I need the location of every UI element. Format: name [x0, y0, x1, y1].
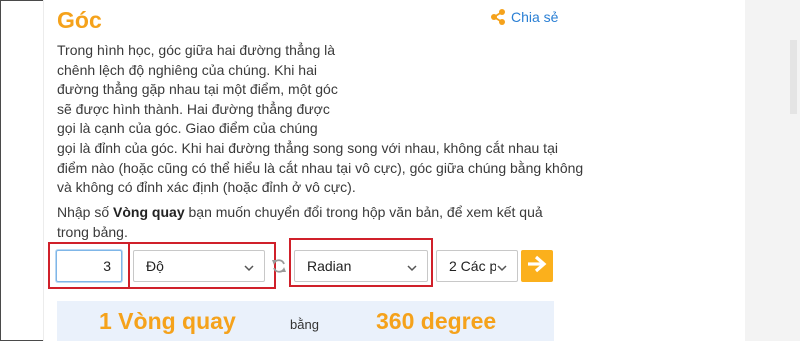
from-unit-value: Độ: [146, 258, 164, 274]
page-title: Góc: [57, 7, 102, 33]
result-target: 360 degree: [376, 308, 497, 334]
instruction-text: Nhập số Vòng quay bạn muốn chuyển đổi tr…: [57, 203, 567, 242]
result-panel: 1 Vòng quay bằng 360 degree: [57, 301, 554, 341]
arrow-right-icon: [526, 254, 548, 279]
result-equals-label: bằng: [290, 317, 319, 332]
convert-button[interactable]: [521, 250, 553, 282]
chevron-down-icon: [406, 261, 418, 277]
chevron-down-icon: [496, 261, 508, 277]
share-icon: [489, 8, 507, 26]
description-line: đường thẳng gặp nhau tại một điểm, một g…: [57, 81, 338, 98]
description-paragraph: Trong hình học, góc giữa hai đường thẳng…: [57, 41, 584, 198]
description-line: điểm nào (hoặc cũng có thể hiểu là cắt n…: [57, 159, 584, 176]
from-unit-select[interactable]: Độ: [133, 250, 265, 282]
value-input[interactable]: [56, 250, 122, 282]
description-line: và không có đỉnh xác định (hoặc đỉnh ở v…: [57, 179, 356, 196]
instruction-before: Nhập số: [57, 204, 114, 220]
share-link[interactable]: Chia sẻ: [489, 8, 558, 26]
to-unit-value: Radian: [307, 258, 352, 274]
description-line: gọi là đỉnh của góc. Khi hai đường thẳng…: [57, 139, 558, 156]
description-line: sẽ được hình thành. Hai đường thẳng được: [57, 100, 330, 117]
chevron-down-icon: [243, 261, 255, 277]
description-line: Trong hình học, góc giữa hai đường thẳng…: [57, 42, 336, 58]
instruction-bold: Vòng quay: [113, 204, 185, 220]
description-line: chênh lệch độ nghiêng của chúng. Khi hai: [57, 61, 317, 78]
result-source: 1 Vòng quay: [99, 308, 236, 334]
precision-value: 2 Các p: [449, 258, 498, 274]
precision-select[interactable]: 2 Các p: [436, 250, 518, 282]
description-line: gọi là cạnh của góc. Giao điểm của chúng: [57, 120, 318, 137]
share-label: Chia sẻ: [511, 9, 559, 25]
swap-units-icon[interactable]: [270, 257, 288, 280]
to-unit-select[interactable]: Radian: [294, 250, 428, 282]
side-scroll-strip[interactable]: [790, 40, 797, 114]
